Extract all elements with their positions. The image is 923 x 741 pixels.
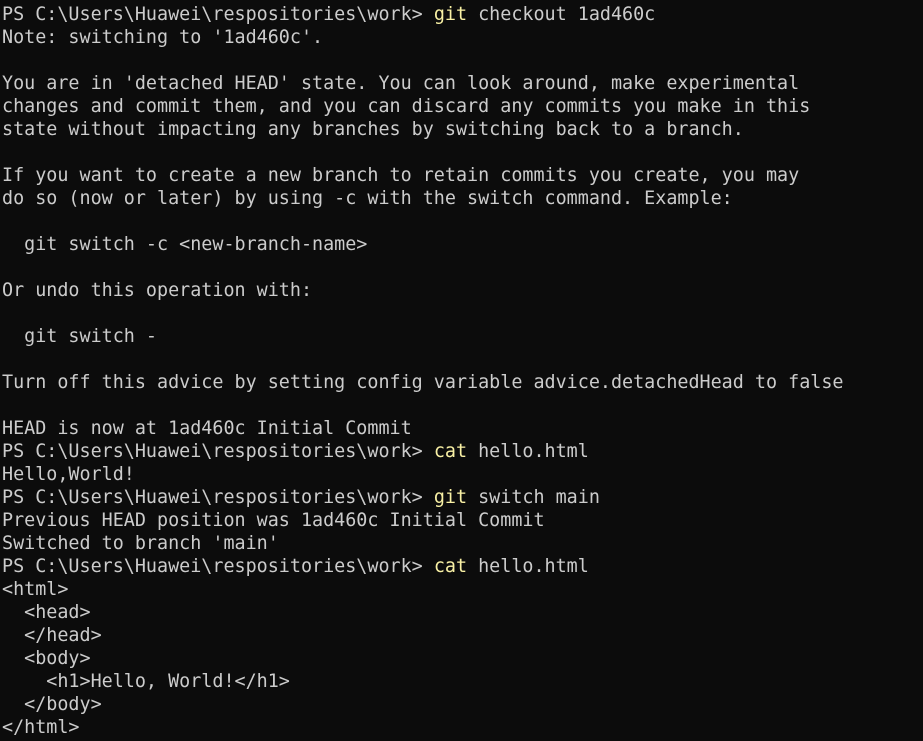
prompt-text: PS C:\Users\Huawei\respositories\work>	[2, 556, 434, 577]
output-line: Note: switching to '1ad460c'.	[2, 27, 324, 48]
output-line: do so (now or later) by using -c with th…	[2, 188, 733, 209]
output-line: state without impacting any branches by …	[2, 119, 744, 140]
output-line: git switch -	[2, 326, 158, 347]
prompt-text: PS C:\Users\Huawei\respositories\work>	[2, 441, 434, 462]
prompt-text: PS C:\Users\Huawei\respositories\work>	[2, 487, 434, 508]
command-name: git	[433, 487, 468, 508]
output-line: git switch -c <new-branch-name>	[2, 234, 368, 255]
output-line: changes and commit them, and you can dis…	[2, 96, 811, 117]
prompt-line: PS C:\Users\Huawei\respositories\work> g…	[2, 3, 923, 26]
prompt-line: PS C:\Users\Huawei\respositories\work> c…	[2, 440, 923, 463]
output-line: </body>	[2, 694, 102, 715]
terminal-window[interactable]: PS C:\Users\Huawei\respositories\work> g…	[0, 0, 923, 741]
command-args: hello.html	[467, 441, 589, 462]
output-line: <html>	[2, 579, 69, 600]
output-line: Or undo this operation with:	[2, 280, 313, 301]
output-line: Switched to branch 'main'	[2, 533, 279, 554]
output-line: </head>	[2, 625, 102, 646]
command-name: cat	[433, 556, 468, 577]
output-line: <head>	[2, 602, 91, 623]
output-line: </html>	[2, 717, 80, 738]
output-line: You are in 'detached HEAD' state. You ca…	[2, 73, 800, 94]
prompt-text: PS C:\Users\Huawei\respositories\work>	[2, 4, 434, 25]
command-args: hello.html	[467, 556, 589, 577]
output-line: <body>	[2, 648, 91, 669]
output-line: If you want to create a new branch to re…	[2, 165, 800, 186]
output-line: HEAD is now at 1ad460c Initial Commit	[2, 418, 412, 439]
command-name: git	[433, 4, 468, 25]
output-line: <h1>Hello, World!</h1>	[2, 671, 290, 692]
output-line: Hello,World!	[2, 464, 135, 485]
prompt-line: PS C:\Users\Huawei\respositories\work> c…	[2, 555, 923, 578]
command-args: switch main	[467, 487, 600, 508]
prompt-line: PS C:\Users\Huawei\respositories\work> g…	[2, 486, 923, 509]
output-line: Previous HEAD position was 1ad460c Initi…	[2, 510, 545, 531]
output-line: Turn off this advice by setting config v…	[2, 372, 844, 393]
command-args: checkout 1ad460c	[467, 4, 656, 25]
command-name: cat	[433, 441, 468, 462]
